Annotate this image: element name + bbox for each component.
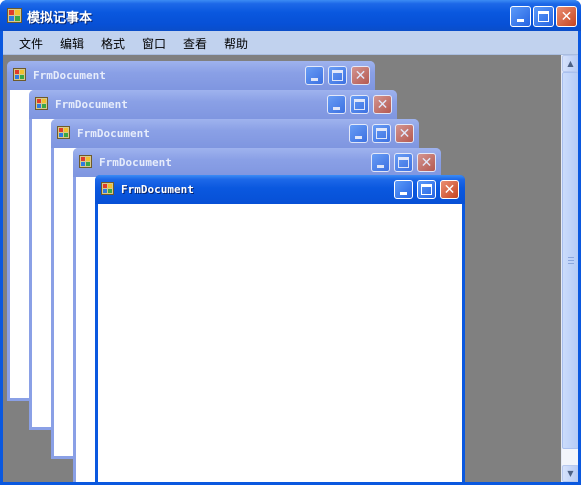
maximize-icon bbox=[538, 11, 549, 22]
child-title: FrmDocument bbox=[121, 183, 194, 196]
maximize-icon bbox=[376, 128, 387, 139]
close-icon: ✕ bbox=[443, 181, 456, 198]
maximize-icon bbox=[354, 99, 365, 110]
child-minimize-button[interactable] bbox=[305, 66, 324, 85]
document-icon bbox=[79, 155, 92, 168]
grip-line bbox=[568, 260, 574, 261]
child-title-bar[interactable]: FrmDocument ✕ bbox=[73, 148, 441, 177]
child-maximize-button[interactable] bbox=[350, 95, 369, 114]
minimize-button[interactable] bbox=[510, 6, 531, 27]
close-icon: ✕ bbox=[354, 67, 367, 84]
close-icon: ✕ bbox=[560, 8, 573, 25]
child-title-bar[interactable]: FrmDocument ✕ bbox=[51, 119, 419, 148]
minimize-icon bbox=[517, 19, 524, 22]
child-title-bar[interactable]: FrmDocument ✕ bbox=[7, 61, 375, 90]
chevron-up-icon: ▲ bbox=[567, 59, 574, 68]
child-maximize-button[interactable] bbox=[372, 124, 391, 143]
maximize-button[interactable] bbox=[533, 6, 554, 27]
minimize-icon bbox=[311, 78, 318, 81]
menu-help[interactable]: 帮助 bbox=[224, 35, 248, 52]
maximize-icon bbox=[421, 184, 432, 195]
minimize-icon bbox=[355, 136, 362, 139]
child-minimize-button[interactable] bbox=[349, 124, 368, 143]
child-title: FrmDocument bbox=[33, 69, 106, 82]
child-title: FrmDocument bbox=[55, 98, 128, 111]
close-icon: ✕ bbox=[376, 96, 389, 113]
close-icon: ✕ bbox=[420, 154, 433, 171]
document-text-area[interactable] bbox=[98, 204, 462, 482]
child-minimize-button[interactable] bbox=[371, 153, 390, 172]
scroll-down-button[interactable]: ▼ bbox=[562, 465, 578, 482]
child-maximize-button[interactable] bbox=[394, 153, 413, 172]
grip-line bbox=[568, 263, 574, 264]
child-window-active[interactable]: FrmDocument ✕ bbox=[95, 175, 465, 482]
document-icon bbox=[57, 126, 70, 139]
child-close-button[interactable]: ✕ bbox=[373, 95, 392, 114]
chevron-down-icon: ▼ bbox=[567, 469, 574, 478]
document-icon bbox=[13, 68, 26, 81]
main-window: 模拟记事本 ✕ 文件 编辑 格式 窗口 查看 帮助 FrmDocument ✕ bbox=[0, 0, 581, 485]
scroll-thumb[interactable] bbox=[562, 72, 578, 449]
minimize-icon bbox=[377, 165, 384, 168]
child-close-button[interactable]: ✕ bbox=[440, 180, 459, 199]
child-title: FrmDocument bbox=[99, 156, 172, 169]
document-icon bbox=[101, 182, 114, 195]
minimize-icon bbox=[400, 192, 407, 195]
menu-window[interactable]: 窗口 bbox=[142, 35, 166, 52]
child-close-button[interactable]: ✕ bbox=[395, 124, 414, 143]
child-minimize-button[interactable] bbox=[394, 180, 413, 199]
grip-line bbox=[568, 257, 574, 258]
document-icon bbox=[35, 97, 48, 110]
child-maximize-button[interactable] bbox=[417, 180, 436, 199]
close-icon: ✕ bbox=[398, 125, 411, 142]
menu-edit[interactable]: 编辑 bbox=[60, 35, 84, 52]
child-minimize-button[interactable] bbox=[327, 95, 346, 114]
menu-bar: 文件 编辑 格式 窗口 查看 帮助 bbox=[3, 31, 578, 55]
child-title-bar[interactable]: FrmDocument ✕ bbox=[95, 175, 465, 204]
vertical-scrollbar[interactable]: ▲ ▼ bbox=[561, 55, 578, 482]
menu-view[interactable]: 查看 bbox=[183, 35, 207, 52]
child-close-button[interactable]: ✕ bbox=[351, 66, 370, 85]
child-close-button[interactable]: ✕ bbox=[417, 153, 436, 172]
menu-file[interactable]: 文件 bbox=[19, 35, 43, 52]
child-maximize-button[interactable] bbox=[328, 66, 347, 85]
maximize-icon bbox=[332, 70, 343, 81]
maximize-icon bbox=[398, 157, 409, 168]
window-title: 模拟记事本 bbox=[27, 11, 93, 26]
child-title: FrmDocument bbox=[77, 127, 150, 140]
mdi-client-area: FrmDocument ✕ FrmDocument ✕ FrmDocument bbox=[3, 55, 578, 482]
child-title-bar[interactable]: FrmDocument ✕ bbox=[29, 90, 397, 119]
minimize-icon bbox=[333, 107, 340, 110]
notepad-app-icon[interactable] bbox=[7, 8, 22, 23]
scroll-up-button[interactable]: ▲ bbox=[562, 55, 578, 72]
main-title-bar[interactable]: 模拟记事本 ✕ bbox=[0, 0, 581, 31]
menu-format[interactable]: 格式 bbox=[101, 35, 125, 52]
close-button[interactable]: ✕ bbox=[556, 6, 577, 27]
